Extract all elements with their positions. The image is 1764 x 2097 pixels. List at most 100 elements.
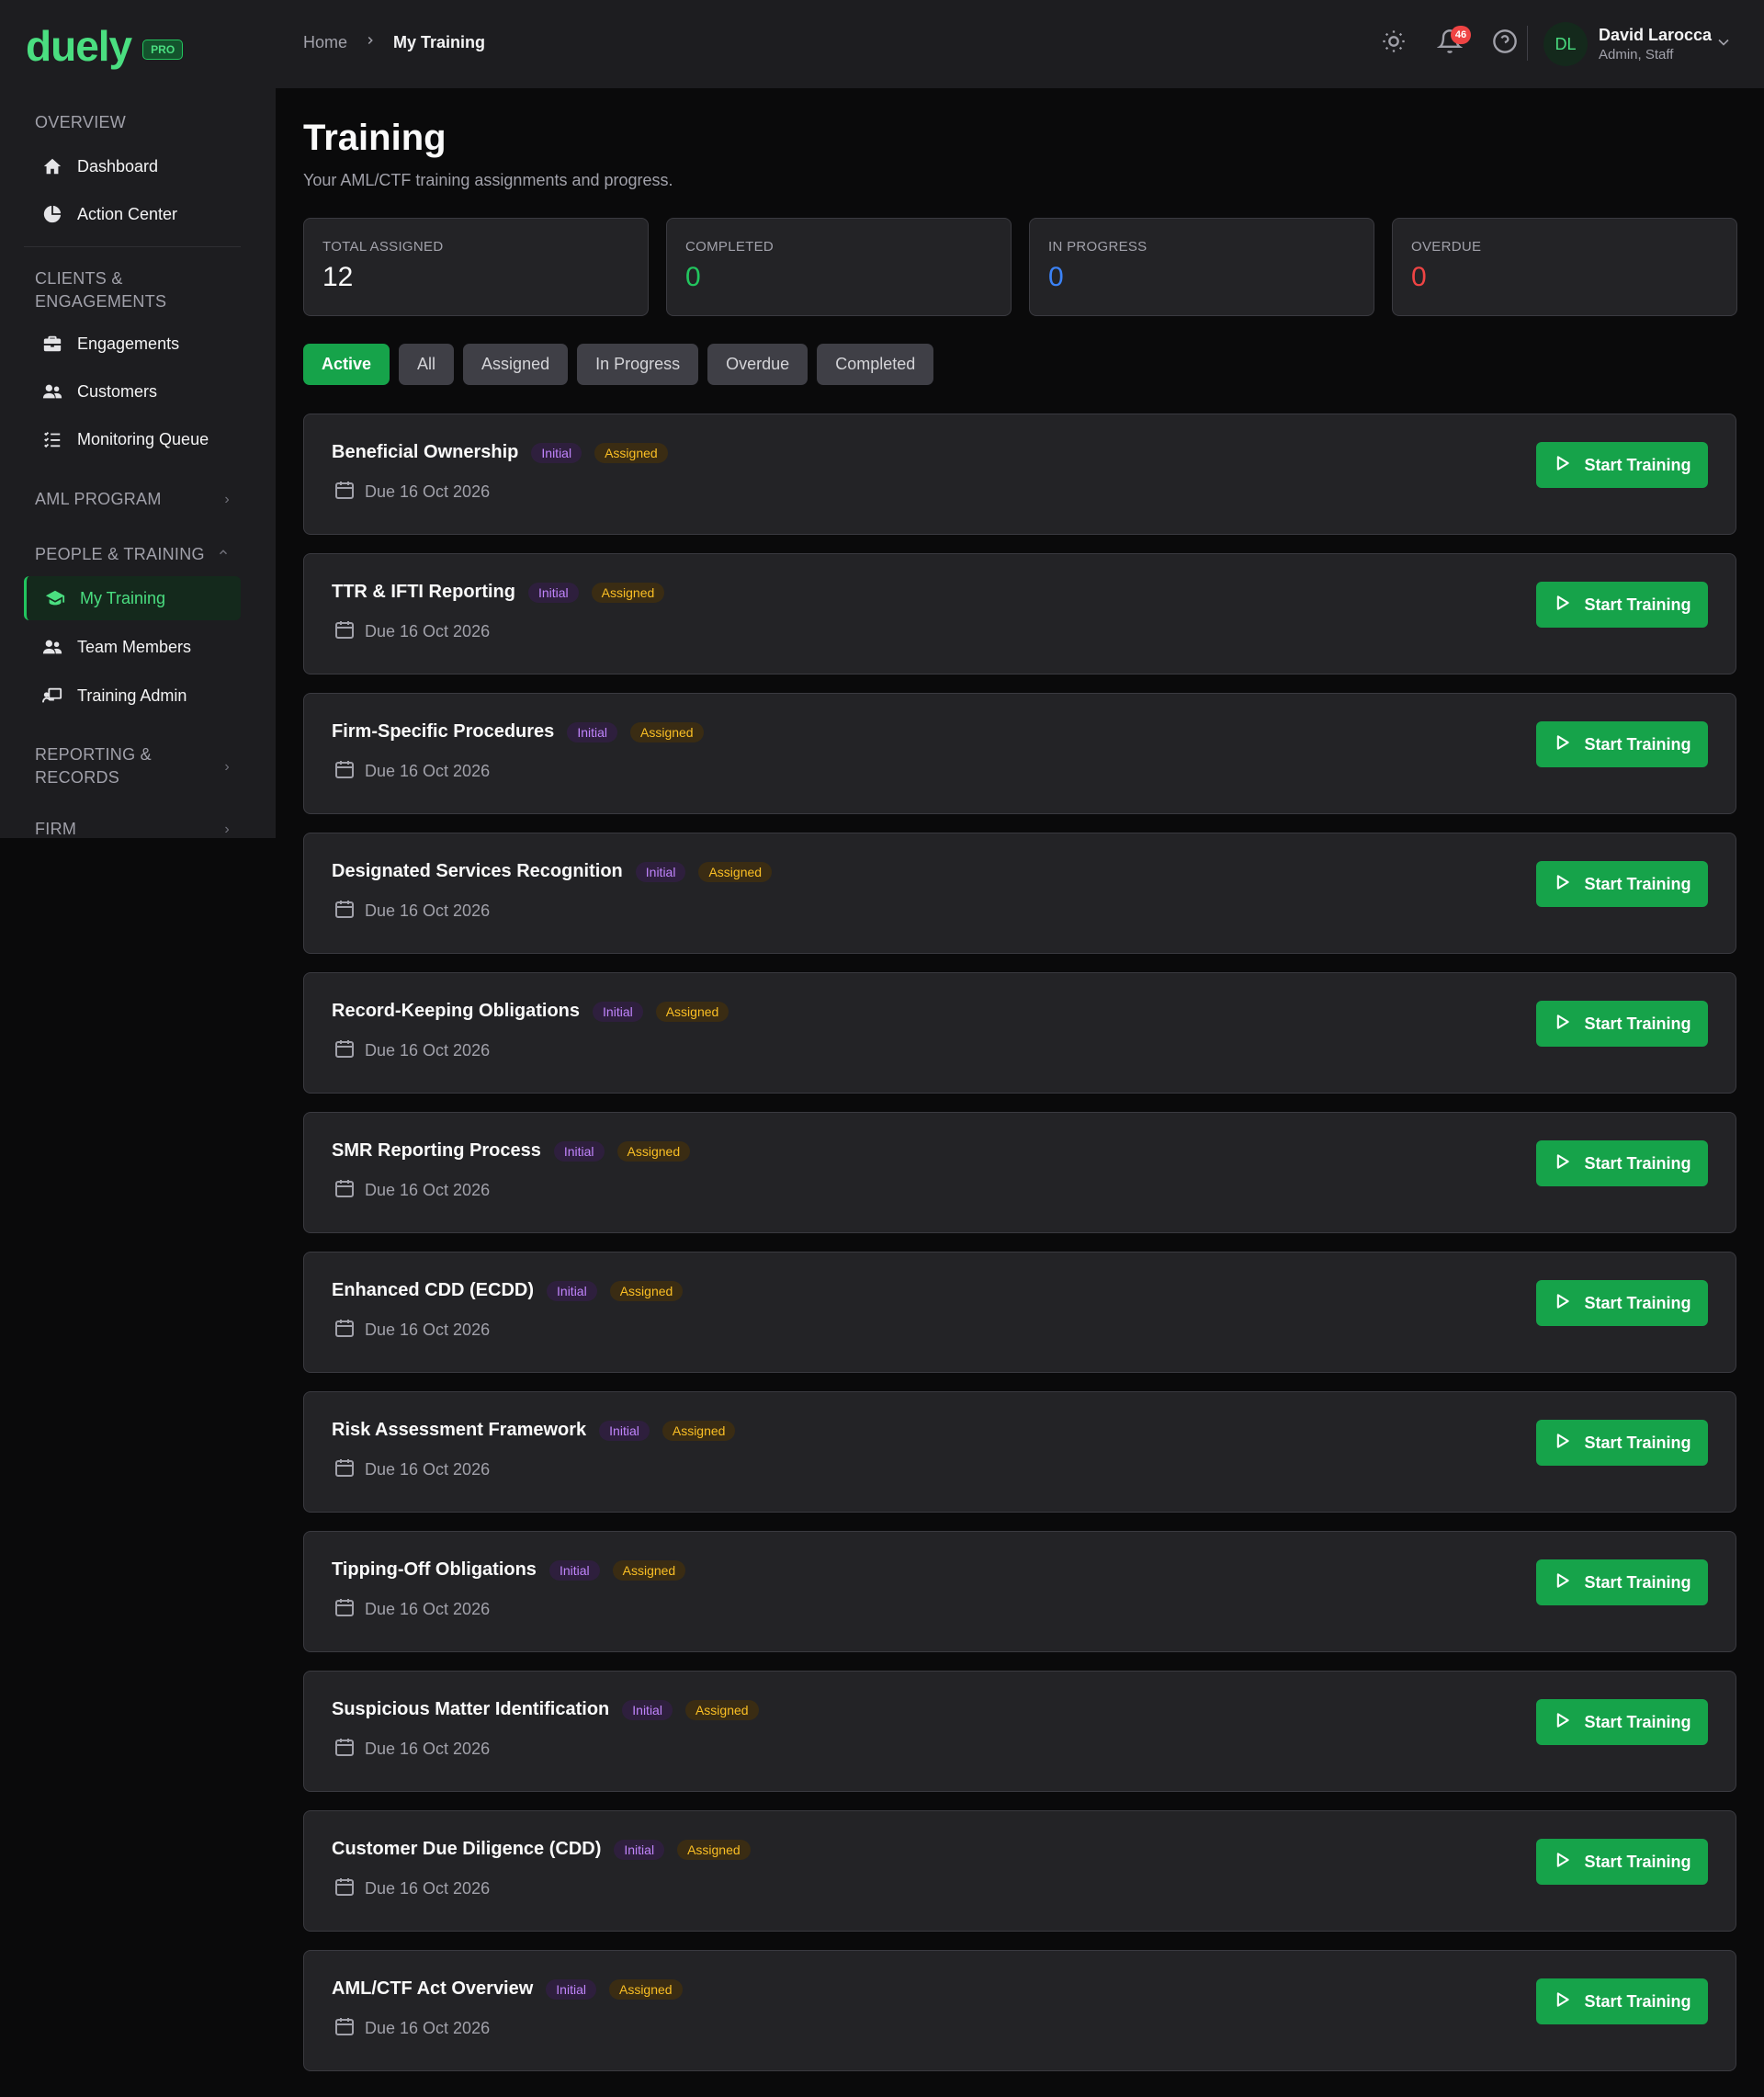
training-title-row: Customer Due Diligence (CDD) Initial Ass…	[332, 1839, 751, 1860]
training-title-row: SMR Reporting Process Initial Assigned	[332, 1140, 691, 1162]
calendar-icon	[334, 1037, 356, 1064]
sidebar-item-dashboard[interactable]: Dashboard	[24, 144, 241, 188]
play-icon	[1553, 594, 1571, 617]
help-button[interactable]	[1489, 28, 1521, 59]
start-training-button[interactable]: Start Training	[1536, 582, 1708, 628]
due-date: Due 16 Oct 2026	[365, 1181, 491, 1199]
pro-badge: PRO	[142, 40, 184, 60]
status-badge: Assigned	[594, 442, 668, 463]
training-title-row: Enhanced CDD (ECDD) Initial Assigned	[332, 1280, 684, 1301]
play-icon	[1553, 1432, 1571, 1455]
start-training-button[interactable]: Start Training	[1536, 1978, 1708, 2024]
training-title-row: Risk Assessment Framework Initial Assign…	[332, 1420, 736, 1441]
sidebar-item-label: Engagements	[77, 334, 180, 353]
notification-count-badge: 46	[1451, 26, 1471, 44]
calendar-icon	[334, 1317, 356, 1343]
sidebar-item-team-members[interactable]: Team Members	[24, 625, 241, 669]
due-date: Due 16 Oct 2026	[365, 1879, 491, 1898]
sidebar-item-training-admin[interactable]: Training Admin	[24, 674, 241, 718]
filter-all[interactable]: All	[399, 344, 455, 385]
filter-active[interactable]: Active	[303, 344, 390, 385]
play-icon	[1553, 1292, 1571, 1315]
header-divider	[1527, 26, 1528, 61]
training-card: Risk Assessment Framework Initial Assign…	[303, 1391, 1736, 1513]
training-card: Record-Keeping Obligations Initial Assig…	[303, 972, 1736, 1094]
chevron-up-icon	[217, 543, 230, 566]
calendar-icon	[334, 1736, 356, 1763]
section-firm[interactable]: FIRM ›	[35, 821, 230, 838]
sidebar-divider	[24, 246, 241, 247]
users-icon	[42, 637, 62, 657]
section-aml-program[interactable]: AML PROGRAM ›	[35, 488, 230, 511]
start-training-button[interactable]: Start Training	[1536, 1559, 1708, 1605]
sidebar-item-monitoring-queue[interactable]: Monitoring Queue	[24, 417, 241, 461]
start-training-label: Start Training	[1584, 874, 1691, 893]
start-training-button[interactable]: Start Training	[1536, 1280, 1708, 1326]
training-due: Due 16 Oct 2026	[334, 2015, 490, 2042]
filter-assigned[interactable]: Assigned	[463, 344, 569, 385]
start-training-button[interactable]: Start Training	[1536, 1140, 1708, 1186]
breadcrumb: Home My Training	[303, 33, 485, 52]
stat-value: 12	[322, 262, 354, 292]
stat-label: IN PROGRESS	[1048, 239, 1148, 255]
sidebar-item-label: Dashboard	[77, 156, 159, 176]
status-badge: Assigned	[608, 1978, 683, 2000]
section-reporting-records[interactable]: REPORTING & RECORDS ›	[35, 743, 230, 789]
chevron-right-icon: ›	[224, 822, 230, 837]
section-overview: OVERVIEW	[35, 113, 127, 131]
start-training-button[interactable]: Start Training	[1536, 721, 1708, 767]
filter-completed[interactable]: Completed	[817, 344, 934, 385]
stat-label: TOTAL ASSIGNED	[322, 239, 444, 255]
training-card: Customer Due Diligence (CDD) Initial Ass…	[303, 1810, 1736, 1932]
presentation-icon	[42, 686, 62, 706]
stat-label: COMPLETED	[685, 239, 775, 255]
start-training-label: Start Training	[1584, 1852, 1691, 1871]
play-icon	[1553, 873, 1571, 896]
training-title: Suspicious Matter Identification	[332, 1699, 610, 1719]
filter-overdue[interactable]: Overdue	[707, 344, 808, 385]
brand-logo[interactable]: duely PRO	[26, 20, 184, 72]
filter-in-progress[interactable]: In Progress	[577, 344, 699, 385]
users-icon	[42, 381, 62, 402]
training-title: Customer Due Diligence (CDD)	[332, 1839, 602, 1859]
breadcrumb-home[interactable]: Home	[303, 33, 347, 52]
avatar[interactable]: DL	[1544, 22, 1588, 66]
start-training-button[interactable]: Start Training	[1536, 1699, 1708, 1745]
help-circle-icon	[1492, 28, 1518, 59]
theme-toggle-button[interactable]	[1378, 28, 1409, 59]
due-date: Due 16 Oct 2026	[365, 762, 491, 780]
section-reporting-label: REPORTING & RECORDS	[35, 743, 152, 789]
breadcrumb-current: My Training	[393, 33, 486, 51]
training-due: Due 16 Oct 2026	[334, 1876, 490, 1902]
brand-name: duely	[26, 22, 132, 70]
section-aml-label: AML PROGRAM	[35, 490, 162, 508]
play-icon	[1553, 1013, 1571, 1036]
start-training-label: Start Training	[1584, 1433, 1691, 1452]
section-people-training[interactable]: PEOPLE & TRAINING	[35, 543, 230, 566]
training-due: Due 16 Oct 2026	[334, 898, 490, 924]
training-title: SMR Reporting Process	[332, 1140, 541, 1161]
stat-card-in-progress: IN PROGRESS 0	[1029, 218, 1374, 316]
start-training-label: Start Training	[1584, 595, 1691, 614]
sidebar-item-customers[interactable]: Customers	[24, 369, 241, 414]
sidebar-item-engagements[interactable]: Engagements	[24, 322, 241, 366]
section-reporting-line2: RECORDS	[35, 768, 120, 787]
start-training-button[interactable]: Start Training	[1536, 1420, 1708, 1466]
type-badge: Initial	[547, 1280, 597, 1301]
start-training-button[interactable]: Start Training	[1536, 861, 1708, 907]
notifications-button[interactable]: 46	[1434, 26, 1471, 59]
sidebar-item-my-training[interactable]: My Training	[24, 576, 241, 620]
calendar-icon	[334, 758, 356, 785]
start-training-button[interactable]: Start Training	[1536, 1839, 1708, 1885]
play-icon	[1553, 733, 1571, 756]
sidebar-item-label: Monitoring Queue	[77, 429, 209, 448]
filter-tabs: Active All Assigned In Progress Overdue …	[303, 344, 934, 385]
calendar-icon	[334, 2015, 356, 2042]
start-training-button[interactable]: Start Training	[1536, 1001, 1708, 1047]
play-icon	[1553, 1851, 1571, 1874]
play-icon	[1553, 1571, 1571, 1594]
chevron-down-icon[interactable]	[1714, 33, 1733, 56]
start-training-button[interactable]: Start Training	[1536, 442, 1708, 488]
user-name[interactable]: David Larocca	[1599, 26, 1712, 45]
sidebar-item-action-center[interactable]: Action Center	[24, 192, 241, 236]
